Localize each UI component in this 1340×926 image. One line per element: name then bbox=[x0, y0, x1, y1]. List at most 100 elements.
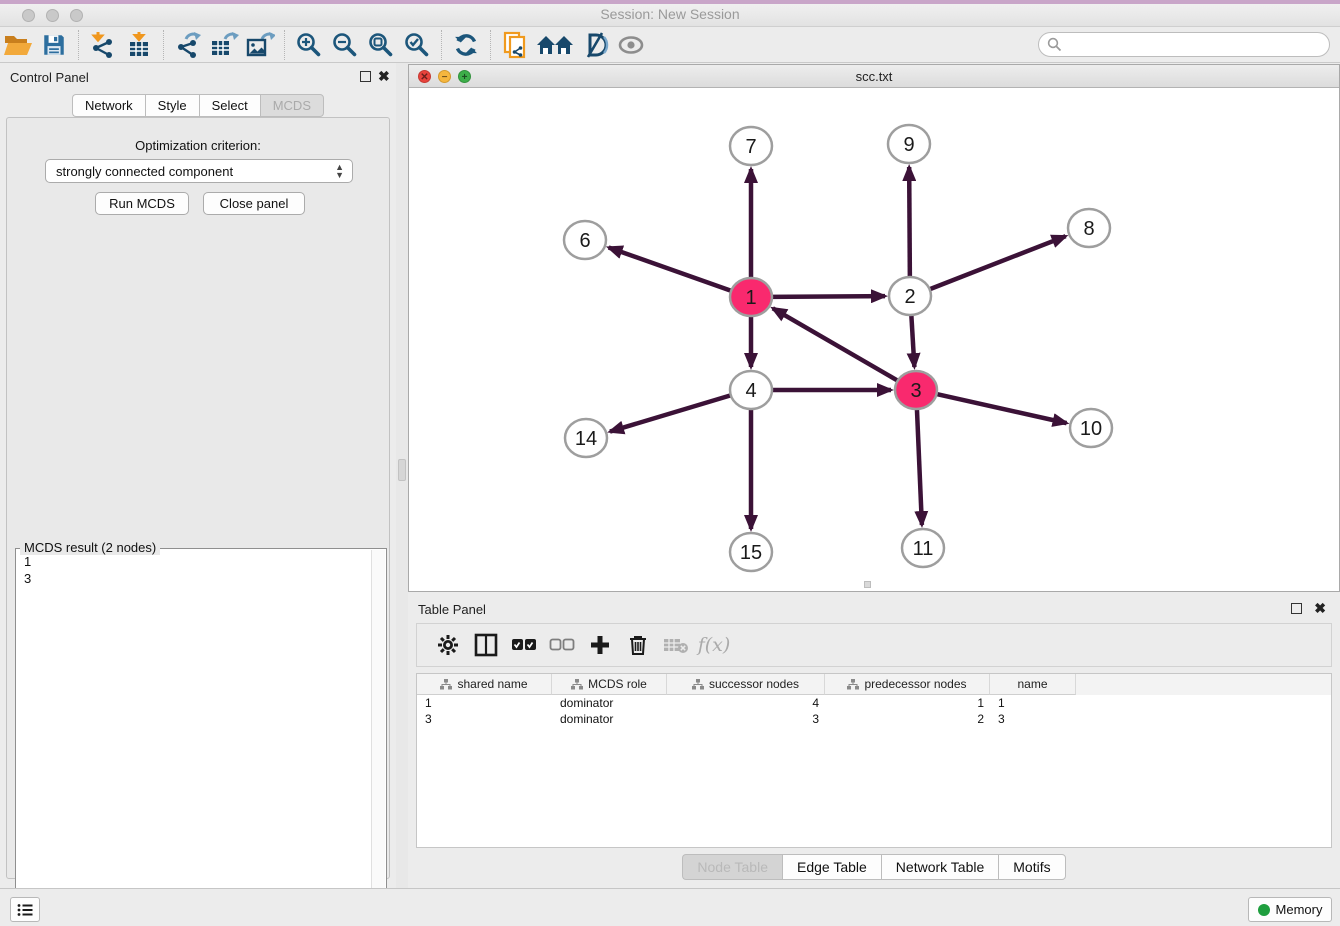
table-cell[interactable]: 3 bbox=[417, 711, 552, 727]
graph-node-4[interactable]: 4 bbox=[730, 371, 772, 409]
save-session-icon[interactable] bbox=[36, 29, 72, 61]
copy-network-icon[interactable] bbox=[497, 29, 533, 61]
import-network-icon[interactable] bbox=[85, 29, 121, 61]
graph-node-15[interactable]: 15 bbox=[730, 533, 772, 571]
node-table[interactable]: shared name MCDS role successor nodes pr… bbox=[416, 673, 1332, 848]
gear-icon[interactable] bbox=[429, 628, 467, 662]
graph-edge-3-11[interactable] bbox=[917, 408, 922, 525]
tab-select[interactable]: Select bbox=[199, 94, 260, 117]
delete-column-trash-icon[interactable] bbox=[619, 628, 657, 662]
graph-node-8[interactable]: 8 bbox=[1068, 209, 1110, 247]
graph-edge-3-10[interactable] bbox=[936, 394, 1067, 423]
open-session-icon[interactable] bbox=[0, 29, 36, 61]
tab-node-table[interactable]: Node Table bbox=[682, 854, 782, 880]
table-row[interactable]: 1dominator411 bbox=[417, 695, 1331, 711]
hierarchy-icon bbox=[571, 679, 583, 690]
mcds-result-text[interactable]: 13 bbox=[18, 553, 370, 922]
graph-node-label: 4 bbox=[745, 380, 756, 402]
selected-criterion: strongly connected component bbox=[56, 164, 233, 179]
table-cell[interactable]: 3 bbox=[990, 711, 1076, 727]
graph-node-14[interactable]: 14 bbox=[565, 419, 607, 457]
table-cell[interactable]: 1 bbox=[417, 695, 552, 711]
select-all-icon[interactable] bbox=[505, 628, 543, 662]
graph-edge-3-1[interactable] bbox=[773, 308, 899, 381]
graph-svg[interactable]: 7 9 6 8 1 2 4 3 14 10 15 11 bbox=[410, 89, 1340, 592]
table-toolbar: f(x) bbox=[416, 623, 1332, 667]
close-panel-icon[interactable]: ✖ bbox=[378, 68, 390, 85]
import-table-icon[interactable] bbox=[121, 29, 157, 61]
tab-edge-table[interactable]: Edge Table bbox=[782, 854, 881, 880]
table-tabs: Node Table Edge Table Network Table Moti… bbox=[408, 854, 1340, 880]
add-column-icon[interactable] bbox=[581, 628, 619, 662]
show-graphics-eye-icon[interactable] bbox=[613, 29, 649, 61]
column-header-shared-name[interactable]: shared name bbox=[417, 674, 552, 695]
graph-edge-2-8[interactable] bbox=[929, 236, 1066, 289]
graph-edge-2-3[interactable] bbox=[911, 314, 914, 367]
tab-network-table[interactable]: Network Table bbox=[881, 854, 998, 880]
splitter-grip[interactable] bbox=[398, 459, 406, 481]
column-header-predecessor-nodes[interactable]: predecessor nodes bbox=[825, 674, 990, 695]
deselect-all-icon[interactable] bbox=[543, 628, 581, 662]
home-icon[interactable] bbox=[533, 29, 577, 61]
column-header-name[interactable]: name bbox=[990, 674, 1076, 695]
table-cell[interactable]: 1 bbox=[990, 695, 1076, 711]
graph-node-9[interactable]: 9 bbox=[888, 125, 930, 163]
column-header-successor-nodes[interactable]: successor nodes bbox=[667, 674, 825, 695]
graph-edge-1-2[interactable] bbox=[771, 296, 885, 297]
table-cell[interactable]: dominator bbox=[552, 695, 667, 711]
tab-style[interactable]: Style bbox=[145, 94, 199, 117]
zoom-fit-icon[interactable] bbox=[363, 29, 399, 61]
result-scrollbar[interactable] bbox=[371, 550, 385, 923]
graph-node-6[interactable]: 6 bbox=[564, 221, 606, 259]
close-table-panel-icon[interactable]: ✖ bbox=[1314, 600, 1326, 617]
split-view-icon[interactable] bbox=[467, 628, 505, 662]
float-table-panel-icon[interactable] bbox=[1291, 603, 1302, 614]
table-cell[interactable]: dominator bbox=[552, 711, 667, 727]
graph-node-2[interactable]: 2 bbox=[889, 277, 931, 315]
mcds-result-line: 3 bbox=[24, 570, 370, 587]
run-mcds-button[interactable]: Run MCDS bbox=[95, 192, 189, 215]
graph-node-3[interactable]: 3 bbox=[895, 371, 937, 409]
table-cell[interactable]: 2 bbox=[825, 711, 990, 727]
mcds-result-line: 1 bbox=[24, 553, 370, 570]
export-image-icon[interactable] bbox=[242, 29, 278, 61]
optimization-criterion-select[interactable]: strongly connected component ▲▼ bbox=[45, 159, 353, 183]
hide-details-icon[interactable] bbox=[577, 29, 613, 61]
table-cell[interactable]: 4 bbox=[667, 695, 825, 711]
zoom-in-icon[interactable] bbox=[291, 29, 327, 61]
graph-node-label: 8 bbox=[1083, 218, 1094, 240]
toolbar-separator bbox=[490, 30, 491, 60]
graph-node-1[interactable]: 1 bbox=[730, 278, 772, 316]
table-panel-title: Table Panel bbox=[418, 602, 486, 617]
close-panel-button[interactable]: Close panel bbox=[203, 192, 305, 215]
float-panel-icon[interactable] bbox=[360, 71, 371, 82]
export-table-icon[interactable] bbox=[206, 29, 242, 61]
table-cell[interactable]: 1 bbox=[825, 695, 990, 711]
search-input[interactable] bbox=[1062, 37, 1329, 52]
graph-node-10[interactable]: 10 bbox=[1070, 409, 1112, 447]
toolbar-search[interactable] bbox=[1038, 32, 1330, 57]
zoom-selected-icon[interactable] bbox=[399, 29, 435, 61]
graph-node-7[interactable]: 7 bbox=[730, 127, 772, 165]
tab-network[interactable]: Network bbox=[72, 94, 145, 117]
panel-splitter[interactable] bbox=[396, 63, 408, 888]
graph-node-11[interactable]: 11 bbox=[902, 529, 944, 567]
tab-motifs[interactable]: Motifs bbox=[998, 854, 1065, 880]
table-cell[interactable]: 3 bbox=[667, 711, 825, 727]
table-row[interactable]: 3dominator323 bbox=[417, 711, 1331, 727]
column-header-mcds-role[interactable]: MCDS role bbox=[552, 674, 667, 695]
apply-layout-icon[interactable] bbox=[448, 29, 484, 61]
function-builder-icon: f(x) bbox=[695, 628, 733, 662]
zoom-out-icon[interactable] bbox=[327, 29, 363, 61]
export-network-icon[interactable] bbox=[170, 29, 206, 61]
memory-button[interactable]: Memory bbox=[1248, 897, 1332, 922]
toolbar-separator bbox=[441, 30, 442, 60]
control-panel-tabs: Network Style Select MCDS bbox=[0, 94, 396, 117]
graph-edge-2-9[interactable] bbox=[909, 167, 910, 278]
show-log-button[interactable] bbox=[10, 897, 40, 922]
tab-mcds[interactable]: MCDS bbox=[260, 94, 324, 117]
graph-edge-1-6[interactable] bbox=[609, 247, 732, 291]
graph-node-label: 9 bbox=[903, 134, 914, 156]
window-resize-handle[interactable] bbox=[864, 581, 871, 588]
graph-edge-4-14[interactable] bbox=[610, 395, 732, 432]
